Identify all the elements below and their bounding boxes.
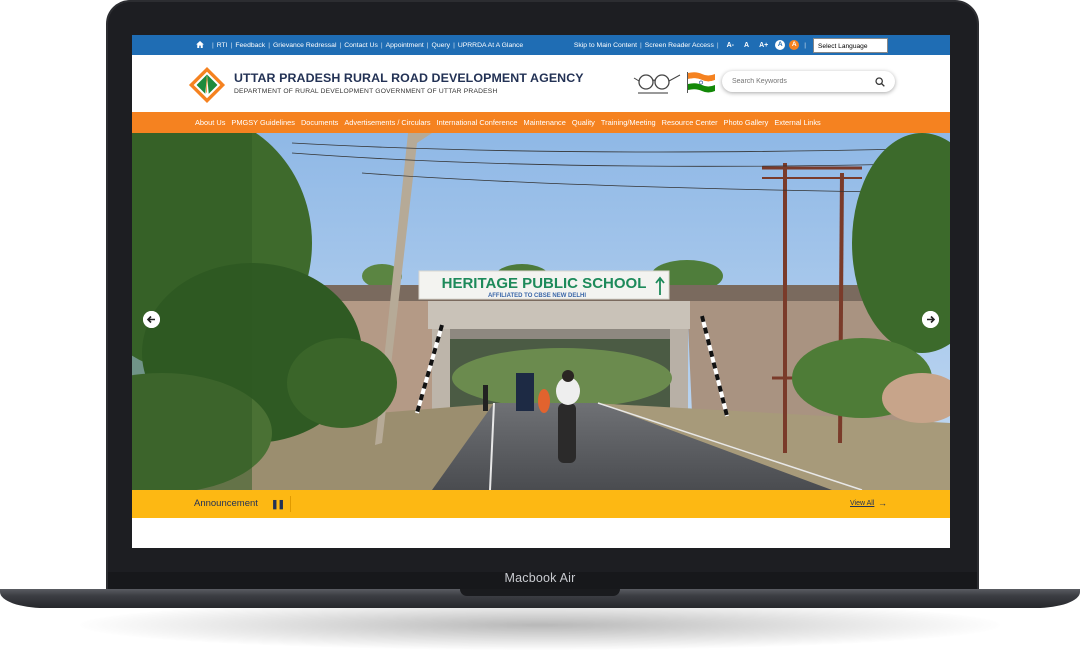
nav-item-pmgsy-guidelines[interactable]: PMGSY Guidelines	[231, 118, 295, 127]
arrow-right-icon	[922, 311, 939, 328]
separator: |	[716, 41, 719, 49]
slider-photo: HERITAGE PUBLIC SCHOOL AFFILIATED TO CBS…	[132, 133, 950, 490]
contrast-orange-button[interactable]: A	[789, 40, 800, 50]
contrast-default-button[interactable]: A	[775, 40, 786, 50]
skip-to-content-link[interactable]: Skip to Main Content	[574, 42, 637, 49]
top-utility-bar: | RTI | Feedback | Grievance Redressal |…	[132, 35, 950, 55]
uprrda-logo-icon[interactable]	[188, 66, 226, 104]
nav-item-training-meeting[interactable]: Training/Meeting	[601, 118, 656, 127]
main-navigation: About Us PMGSY Guidelines Documents Adve…	[132, 112, 950, 133]
site-header: UTTAR PRADESH RURAL ROAD DEVELOPMENT AGE…	[132, 55, 950, 112]
laptop-notch	[460, 589, 620, 596]
divider	[290, 496, 291, 512]
topbar-link-glance[interactable]: UPRRDA At A Glance	[458, 42, 523, 49]
separator: |	[453, 41, 455, 49]
nav-item-external-links[interactable]: External Links	[774, 118, 820, 127]
separator: |	[230, 41, 233, 49]
nav-item-advertisements[interactable]: Advertisements / Circulars	[344, 118, 430, 127]
announcement-bar: Announcement ❚❚ View All →	[132, 490, 950, 518]
separator: |	[426, 41, 429, 49]
view-all-link[interactable]: View All	[850, 500, 874, 507]
mockup-stage: Macbook Air | RTI | Feedback | Grievance…	[0, 0, 1080, 665]
india-flag-icon	[687, 72, 715, 93]
site-title: UTTAR PRADESH RURAL ROAD DEVELOPMENT AGE…	[234, 71, 584, 85]
site-subtitle: DEPARTMENT OF RURAL DEVELOPMENT GOVERNME…	[234, 88, 498, 95]
website-screen: | RTI | Feedback | Grievance Redressal |…	[132, 35, 950, 548]
topbar-link-rti[interactable]: RTI	[217, 42, 228, 49]
arrow-left-icon	[143, 311, 160, 328]
language-select[interactable]: Select Language	[813, 37, 888, 53]
topbar-link-query[interactable]: Query	[432, 42, 451, 49]
separator: |	[380, 41, 383, 49]
accessibility-controls: Skip to Main Content | Screen Reader Acc…	[574, 37, 950, 53]
hero-slider: HERITAGE PUBLIC SCHOOL AFFILIATED TO CBS…	[132, 133, 950, 490]
separator: |	[339, 41, 342, 49]
nav-item-documents[interactable]: Documents	[301, 118, 338, 127]
nav-item-about-us[interactable]: About Us	[195, 118, 225, 127]
screen-reader-link[interactable]: Screen Reader Access	[645, 42, 714, 49]
arrow-right-icon[interactable]: →	[878, 498, 887, 508]
announcement-label: Announcement	[194, 498, 258, 509]
search-input[interactable]	[732, 78, 875, 85]
nav-item-photo-gallery[interactable]: Photo Gallery	[724, 118, 769, 127]
pause-icon[interactable]: ❚❚	[271, 499, 285, 510]
separator: |	[804, 41, 806, 49]
home-icon[interactable]	[196, 40, 204, 50]
topbar-link-contact[interactable]: Contact Us	[344, 42, 378, 49]
sign-main-text: HERITAGE PUBLIC SCHOOL	[442, 275, 647, 292]
nav-item-quality[interactable]: Quality	[572, 118, 595, 127]
search-box[interactable]	[722, 71, 895, 92]
topbar-link-grievance[interactable]: Grievance Redressal	[273, 42, 336, 49]
swachh-bharat-glasses-icon	[633, 74, 681, 94]
separator: |	[639, 41, 642, 49]
font-normal-button[interactable]: A	[744, 42, 749, 49]
device-brand-label: Macbook Air	[504, 571, 576, 585]
sign-sub-text: AFFILIATED TO CBSE NEW DELHI	[488, 293, 586, 299]
search-icon[interactable]	[875, 76, 885, 87]
topbar-link-feedback[interactable]: Feedback	[235, 42, 265, 49]
nav-item-maintenance[interactable]: Maintenance	[524, 118, 566, 127]
topbar-link-appointment[interactable]: Appointment	[386, 42, 424, 49]
separator: |	[212, 41, 214, 49]
nav-item-international-conference[interactable]: International Conference	[437, 118, 518, 127]
font-decrease-button[interactable]: A-	[727, 42, 734, 49]
slider-prev-button[interactable]	[143, 311, 160, 328]
slider-next-button[interactable]	[922, 311, 939, 328]
nav-item-resource-center[interactable]: Resource Center	[662, 118, 718, 127]
separator: |	[268, 41, 270, 49]
font-increase-button[interactable]: A+	[759, 42, 768, 49]
